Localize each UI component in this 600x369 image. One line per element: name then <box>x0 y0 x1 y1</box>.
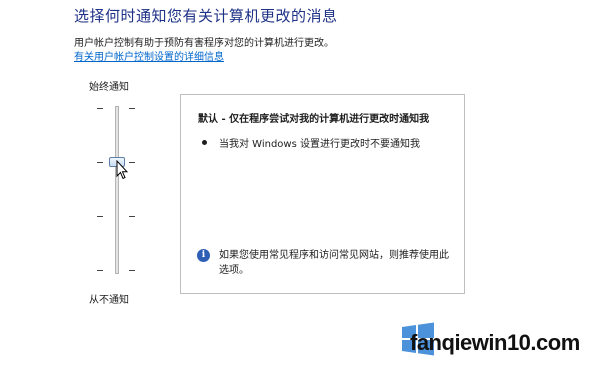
page-title: 选择何时通知您有关计算机更改的消息 <box>74 7 338 25</box>
slider-label-never-notify: 从不通知 <box>89 295 129 306</box>
slider-tick <box>97 216 103 217</box>
slider-label-always-notify: 始终通知 <box>89 82 129 93</box>
learn-more-link[interactable]: 有关用户帐户控制设置的详细信息 <box>74 48 224 63</box>
slider-tick <box>97 270 103 271</box>
slider-tick <box>129 216 135 217</box>
info-icon: i <box>197 249 210 262</box>
page-description: 用户帐户控制有助于预防有害程序对您的计算机进行更改。 <box>74 38 334 49</box>
slider-tick <box>97 162 103 163</box>
slider-tick <box>129 270 135 271</box>
recommendation-note: 如果您使用常见程序和访问常见网站，则推荐使用此选项。 <box>219 250 449 276</box>
slider-track[interactable] <box>115 106 119 274</box>
notification-level-slider[interactable] <box>95 100 139 280</box>
mouse-pointer-icon <box>116 160 128 180</box>
slider-tick <box>129 108 135 109</box>
level-bullet-text: 当我对 Windows 设置进行更改时不要通知我 <box>219 139 420 150</box>
level-heading: 默认 - 仅在程序尝试对我的计算机进行更改时通知我 <box>198 114 430 125</box>
watermark: fanqiewin10.com <box>398 319 588 361</box>
watermark-text: fanqiewin10.com <box>410 330 580 355</box>
slider-tick <box>97 108 103 109</box>
bullet-icon <box>202 140 207 145</box>
level-description-panel: 默认 - 仅在程序尝试对我的计算机进行更改时通知我 当我对 Windows 设置… <box>180 94 465 294</box>
slider-tick <box>129 162 135 163</box>
